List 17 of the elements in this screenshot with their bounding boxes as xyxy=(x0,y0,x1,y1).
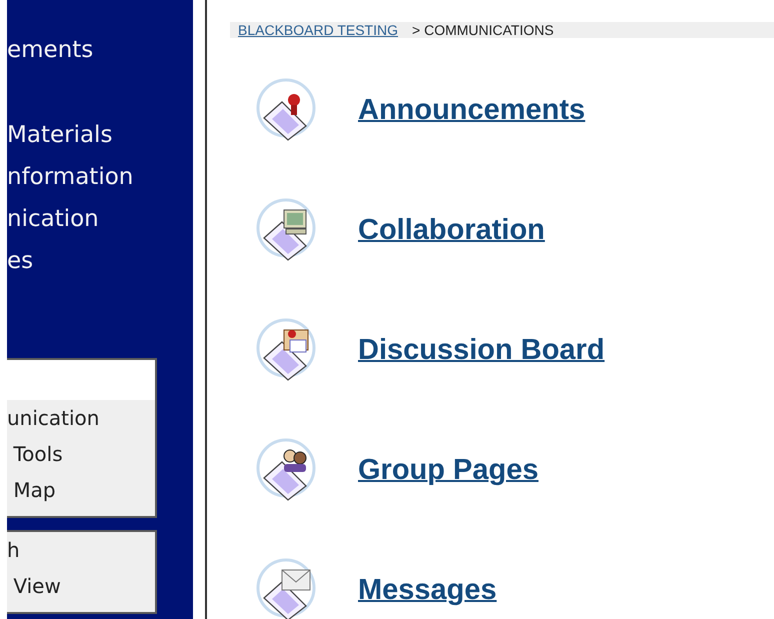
panel-link[interactable]: h xyxy=(7,532,155,568)
menu-item[interactable]: ements xyxy=(7,33,193,67)
panel-link[interactable]: unication xyxy=(7,400,155,436)
panel-link[interactable]: Map xyxy=(7,472,155,508)
menu-item[interactable]: nformation xyxy=(7,160,193,194)
panel-link[interactable]: View xyxy=(7,568,155,604)
menu-item[interactable]: nication xyxy=(7,202,193,236)
tool-link[interactable]: Announcements xyxy=(358,94,586,126)
tool-link[interactable]: Collaboration xyxy=(358,214,545,246)
tool-link[interactable]: Messages xyxy=(358,574,497,606)
tool-link[interactable]: Discussion Board xyxy=(358,334,605,366)
menu-item[interactable]: Materials xyxy=(7,118,193,152)
breadcrumb-link[interactable]: BLACKBOARD TESTING xyxy=(238,22,398,38)
menu-item[interactable]: es xyxy=(7,244,193,278)
breadcrumb-current: > COMMUNICATIONS xyxy=(412,22,554,38)
panel-link[interactable]: Tools xyxy=(7,436,155,472)
tool-link[interactable]: Group Pages xyxy=(358,454,538,486)
